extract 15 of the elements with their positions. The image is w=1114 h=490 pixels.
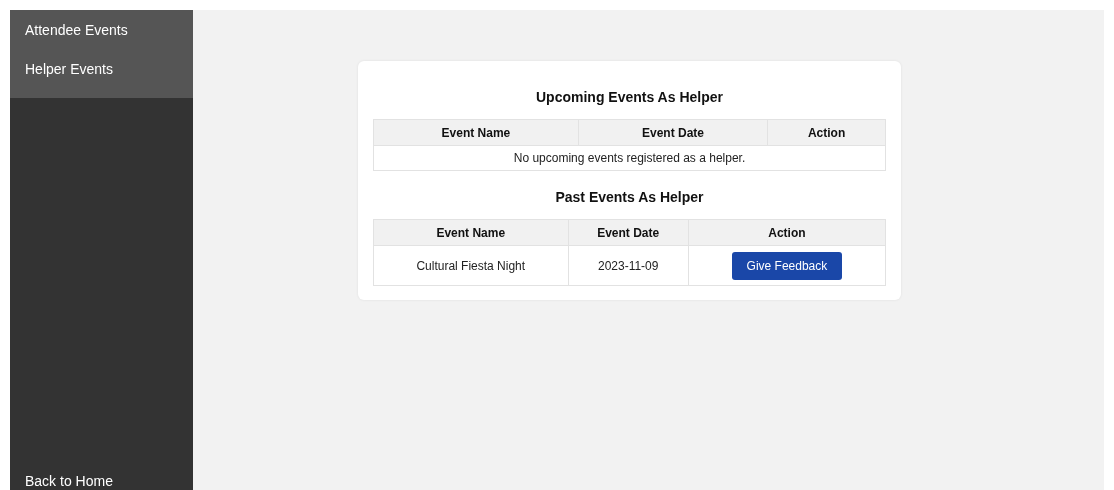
column-header: Action: [767, 119, 886, 146]
column-header: Event Name: [373, 119, 579, 146]
column-header: Event Date: [568, 219, 689, 246]
sidebar-item[interactable]: Helper Events: [10, 49, 128, 88]
section-title: Past Events As Helper: [554, 189, 705, 205]
table-cell: 2023-11-09: [568, 245, 689, 286]
column-header: Action: [688, 219, 886, 246]
table-cell: Cultural Fiesta Night: [373, 245, 569, 286]
sidebar-item[interactable]: Attendee Events: [10, 10, 143, 49]
column-header: Event Name: [373, 219, 569, 246]
give-feedback-button[interactable]: Give Feedback: [731, 251, 843, 280]
empty-message: No upcoming events registered as a helper.: [373, 145, 886, 171]
section-title: Upcoming Events As Helper: [535, 89, 724, 105]
column-header: Event Date: [578, 119, 768, 146]
back-to-home-link[interactable]: Back to Home: [10, 473, 128, 489]
